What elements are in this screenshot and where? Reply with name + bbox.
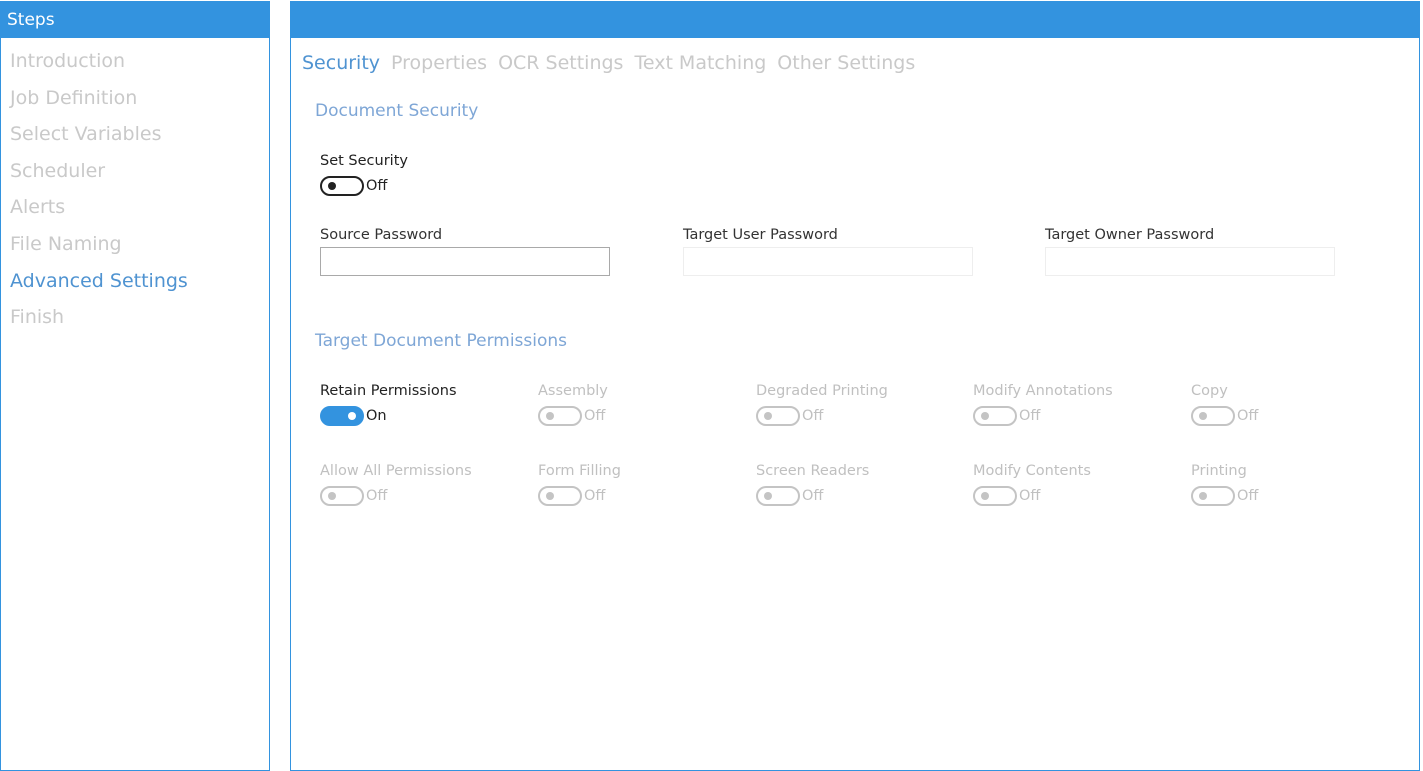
- target-user-password-label: Target User Password: [683, 227, 838, 243]
- allow-all-permissions-toggle-group: Allow All Permissions Off: [320, 461, 520, 506]
- tab-security[interactable]: Security: [302, 52, 380, 74]
- screen-readers-label: Screen Readers: [756, 463, 870, 479]
- set-security-label: Set Security: [320, 153, 408, 169]
- switch-knob: [546, 491, 554, 500]
- allow-all-permissions-label: Allow All Permissions: [320, 463, 472, 479]
- form-filling-switch[interactable]: [538, 485, 582, 506]
- copy-state: Off: [1237, 407, 1259, 424]
- step-alerts[interactable]: Alerts: [1, 189, 269, 226]
- switch-knob: [328, 181, 336, 190]
- modify-contents-state: Off: [1019, 487, 1041, 504]
- switch-knob: [764, 411, 772, 420]
- copy-toggle-group: Copy Off: [1191, 381, 1391, 426]
- switch-knob: [348, 411, 356, 420]
- switch-knob: [981, 491, 989, 500]
- tab-ocr-settings[interactable]: OCR Settings: [498, 52, 623, 74]
- step-file-naming[interactable]: File Naming: [1, 226, 269, 263]
- target-owner-password-input[interactable]: [1045, 247, 1335, 276]
- screen-readers-state: Off: [802, 487, 824, 504]
- source-password-label: Source Password: [320, 227, 443, 243]
- assembly-state: Off: [584, 407, 606, 424]
- switch-knob: [1199, 411, 1207, 420]
- retain-permissions-label: Retain Permissions: [320, 383, 457, 399]
- set-security-state: Off: [366, 177, 388, 194]
- step-scheduler[interactable]: Scheduler: [1, 153, 269, 190]
- switch-knob: [981, 411, 989, 420]
- target-owner-password-label: Target Owner Password: [1045, 227, 1215, 243]
- set-security-switch[interactable]: [320, 175, 364, 196]
- form-filling-label: Form Filling: [538, 463, 621, 479]
- modify-annotations-switch[interactable]: [973, 405, 1017, 426]
- retain-permissions-toggle-group: Retain Permissions On: [320, 381, 520, 426]
- set-security-toggle-group: Set Security Off: [320, 151, 520, 196]
- printing-switch[interactable]: [1191, 485, 1235, 506]
- allow-all-permissions-switch[interactable]: [320, 485, 364, 506]
- printing-toggle-group: Printing Off: [1191, 461, 1391, 506]
- assembly-toggle-group: Assembly Off: [538, 381, 738, 426]
- printing-state: Off: [1237, 487, 1259, 504]
- assembly-label: Assembly: [538, 383, 608, 399]
- steps-list: Introduction Job Definition Select Varia…: [1, 38, 269, 336]
- copy-label: Copy: [1191, 383, 1228, 399]
- main-header-bar: [291, 2, 1419, 38]
- steps-panel: Steps Introduction Job Definition Select…: [0, 1, 270, 771]
- step-introduction[interactable]: Introduction: [1, 43, 269, 80]
- form-filling-state: Off: [584, 487, 606, 504]
- degraded-printing-switch[interactable]: [756, 405, 800, 426]
- assembly-switch[interactable]: [538, 405, 582, 426]
- degraded-printing-toggle-group: Degraded Printing Off: [756, 381, 956, 426]
- copy-switch[interactable]: [1191, 405, 1235, 426]
- tab-other-settings[interactable]: Other Settings: [777, 52, 915, 74]
- modify-annotations-label: Modify Annotations: [973, 383, 1113, 399]
- document-security-title: Document Security: [315, 101, 479, 121]
- retain-permissions-state: On: [366, 407, 387, 424]
- settings-tabs: Security Properties OCR Settings Text Ma…: [302, 52, 926, 74]
- screen-readers-switch[interactable]: [756, 485, 800, 506]
- degraded-printing-label: Degraded Printing: [756, 383, 888, 399]
- allow-all-permissions-state: Off: [366, 487, 388, 504]
- tab-properties[interactable]: Properties: [391, 52, 487, 74]
- step-select-variables[interactable]: Select Variables: [1, 116, 269, 153]
- main-panel: Security Properties OCR Settings Text Ma…: [290, 1, 1420, 771]
- form-filling-toggle-group: Form Filling Off: [538, 461, 738, 506]
- printing-label: Printing: [1191, 463, 1247, 479]
- tab-text-matching[interactable]: Text Matching: [634, 52, 766, 74]
- target-user-password-input[interactable]: [683, 247, 973, 276]
- modify-contents-label: Modify Contents: [973, 463, 1091, 479]
- modify-contents-switch[interactable]: [973, 485, 1017, 506]
- switch-knob: [764, 491, 772, 500]
- source-password-input[interactable]: [320, 247, 610, 276]
- switch-knob: [1199, 491, 1207, 500]
- retain-permissions-switch[interactable]: [320, 405, 364, 426]
- step-advanced-settings[interactable]: Advanced Settings: [1, 263, 269, 300]
- steps-header: Steps: [1, 2, 269, 38]
- modify-annotations-toggle-group: Modify Annotations Off: [973, 381, 1173, 426]
- degraded-printing-state: Off: [802, 407, 824, 424]
- target-document-permissions-title: Target Document Permissions: [315, 331, 568, 351]
- switch-knob: [546, 411, 554, 420]
- modify-annotations-state: Off: [1019, 407, 1041, 424]
- step-finish[interactable]: Finish: [1, 299, 269, 336]
- switch-knob: [328, 491, 336, 500]
- modify-contents-toggle-group: Modify Contents Off: [973, 461, 1173, 506]
- step-job-definition[interactable]: Job Definition: [1, 80, 269, 117]
- screen-readers-toggle-group: Screen Readers Off: [756, 461, 956, 506]
